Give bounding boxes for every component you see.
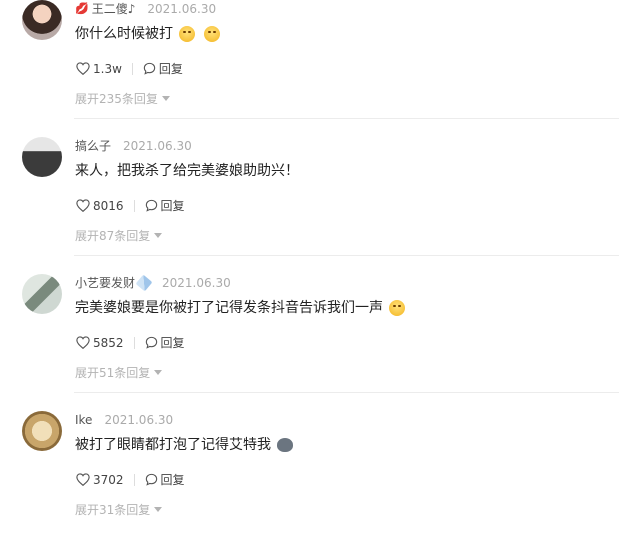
blush-emoji-icon bbox=[204, 26, 220, 42]
like-button[interactable]: 3702 bbox=[76, 473, 124, 487]
comment-date: 2021.06.30 bbox=[162, 276, 231, 290]
caret-down-icon bbox=[154, 370, 163, 375]
blush-emoji-icon bbox=[389, 300, 405, 316]
reply-button[interactable]: 回复 bbox=[145, 334, 185, 351]
like-button[interactable]: 8016 bbox=[76, 199, 124, 213]
reply-label: 回复 bbox=[158, 62, 183, 76]
baby-bottle-icon bbox=[135, 274, 153, 292]
comment-bubble-icon bbox=[143, 62, 156, 75]
comment-item: 搞么子 2021.06.30 来人，把我杀了给完美婆娘助助兴！ 8016 回复 … bbox=[0, 137, 619, 274]
expand-replies-link[interactable]: 展开235条回复 bbox=[75, 90, 170, 107]
divider bbox=[133, 473, 135, 486]
comment-item: Ike 2021.06.30 被打了眼睛都打泡了记得艾特我 3702 回复 展开… bbox=[0, 411, 619, 548]
comment-bubble-icon bbox=[145, 199, 157, 212]
expand-replies-link[interactable]: 展开51条回复 bbox=[75, 364, 163, 381]
heart-icon bbox=[76, 473, 90, 486]
caret-down-icon bbox=[154, 507, 163, 512]
cat-face-emoji-icon bbox=[277, 438, 293, 452]
reply-label: 回复 bbox=[160, 336, 185, 350]
divider bbox=[74, 255, 619, 256]
comment-bubble-icon bbox=[145, 473, 157, 486]
like-button[interactable]: 5852 bbox=[76, 336, 124, 350]
comment-date: 2021.06.30 bbox=[104, 413, 174, 427]
caret-down-icon bbox=[154, 233, 163, 238]
comment-text: 完美婆娘要是你被打了记得发条抖音告诉我们一声 bbox=[75, 298, 405, 318]
reply-button[interactable]: 回复 bbox=[145, 471, 185, 488]
username[interactable]: 王二傻♪ bbox=[92, 2, 136, 16]
reply-button[interactable]: 回复 bbox=[145, 197, 185, 214]
like-count: 1.3w bbox=[93, 61, 122, 76]
comment-text: 你什么时候被打 bbox=[75, 24, 220, 44]
divider bbox=[133, 336, 135, 349]
username[interactable]: 搞么子 bbox=[75, 139, 111, 153]
heart-icon bbox=[76, 199, 90, 212]
reply-label: 回复 bbox=[160, 473, 185, 487]
kiss-lips-icon: 💋 bbox=[75, 2, 89, 15]
divider bbox=[131, 62, 133, 75]
expand-replies-link[interactable]: 展开87条回复 bbox=[75, 227, 163, 244]
divider bbox=[133, 199, 135, 212]
reply-label: 回复 bbox=[160, 199, 185, 213]
username[interactable]: 小艺要发财 bbox=[75, 276, 135, 290]
comment-bubble-icon bbox=[145, 336, 157, 349]
comment-item: 小艺要发财 2021.06.30 完美婆娘要是你被打了记得发条抖音告诉我们一声 … bbox=[0, 274, 619, 411]
comment-date: 2021.06.30 bbox=[147, 2, 217, 16]
caret-down-icon bbox=[161, 96, 170, 101]
heart-icon bbox=[76, 336, 90, 349]
avatar[interactable] bbox=[22, 411, 62, 451]
avatar[interactable] bbox=[22, 0, 62, 40]
heart-icon bbox=[76, 62, 90, 75]
blush-emoji-icon bbox=[179, 26, 195, 42]
like-button[interactable]: 1.3w bbox=[76, 62, 122, 76]
like-count: 5852 bbox=[93, 335, 124, 350]
like-count: 3702 bbox=[93, 472, 124, 487]
divider bbox=[74, 118, 619, 119]
comment-text: 来人，把我杀了给完美婆娘助助兴！ bbox=[75, 163, 299, 179]
comment-date: 2021.06.30 bbox=[123, 139, 192, 153]
expand-replies-link[interactable]: 展开31条回复 bbox=[75, 501, 163, 518]
divider bbox=[74, 392, 619, 393]
username[interactable]: Ike bbox=[75, 413, 92, 427]
avatar[interactable] bbox=[22, 137, 62, 177]
avatar[interactable] bbox=[22, 274, 62, 314]
reply-button[interactable]: 回复 bbox=[143, 60, 183, 77]
like-count: 8016 bbox=[93, 198, 124, 213]
comment-text: 被打了眼睛都打泡了记得艾特我 bbox=[75, 435, 293, 455]
comment-item: 💋 王二傻♪ 2021.06.30 你什么时候被打 1.3w 回复 展开235条… bbox=[0, 0, 619, 137]
